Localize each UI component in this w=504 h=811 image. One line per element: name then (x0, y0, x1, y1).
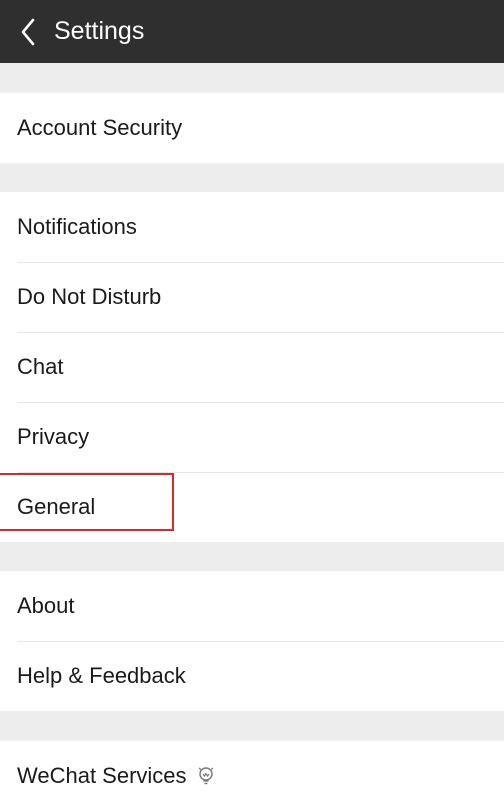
menu-item-wechat-services[interactable]: WeChat Services (0, 741, 504, 811)
menu-item-notifications[interactable]: Notifications (0, 192, 504, 262)
menu-item-label: Privacy (17, 424, 90, 449)
menu-item-label: Account Security (17, 115, 183, 140)
menu-item-do-not-disturb[interactable]: Do Not Disturb (0, 262, 504, 332)
page-title: Settings (54, 17, 145, 45)
highlight-box (0, 473, 174, 531)
menu-item-label: About (17, 593, 75, 618)
section-account: Account Security (0, 93, 504, 163)
title-bar: Settings (0, 0, 504, 63)
menu-item-label: WeChat Services (17, 763, 187, 788)
lightbulb-icon (198, 766, 214, 786)
section-services: WeChat Services (0, 741, 504, 811)
menu-item-chat[interactable]: Chat (0, 332, 504, 402)
chevron-left-icon (20, 18, 36, 46)
menu-item-privacy[interactable]: Privacy (0, 402, 504, 472)
menu-item-account-security[interactable]: Account Security (0, 93, 504, 163)
menu-item-label: Chat (17, 354, 64, 379)
menu-item-label: Do Not Disturb (17, 284, 162, 309)
menu-item-label: Help & Feedback (17, 663, 186, 688)
back-button[interactable] (4, 0, 52, 63)
section-support: About Help & Feedback (0, 571, 504, 711)
menu-item-about[interactable]: About (0, 571, 504, 641)
menu-item-label: Notifications (17, 214, 137, 239)
menu-item-help-feedback[interactable]: Help & Feedback (0, 641, 504, 711)
